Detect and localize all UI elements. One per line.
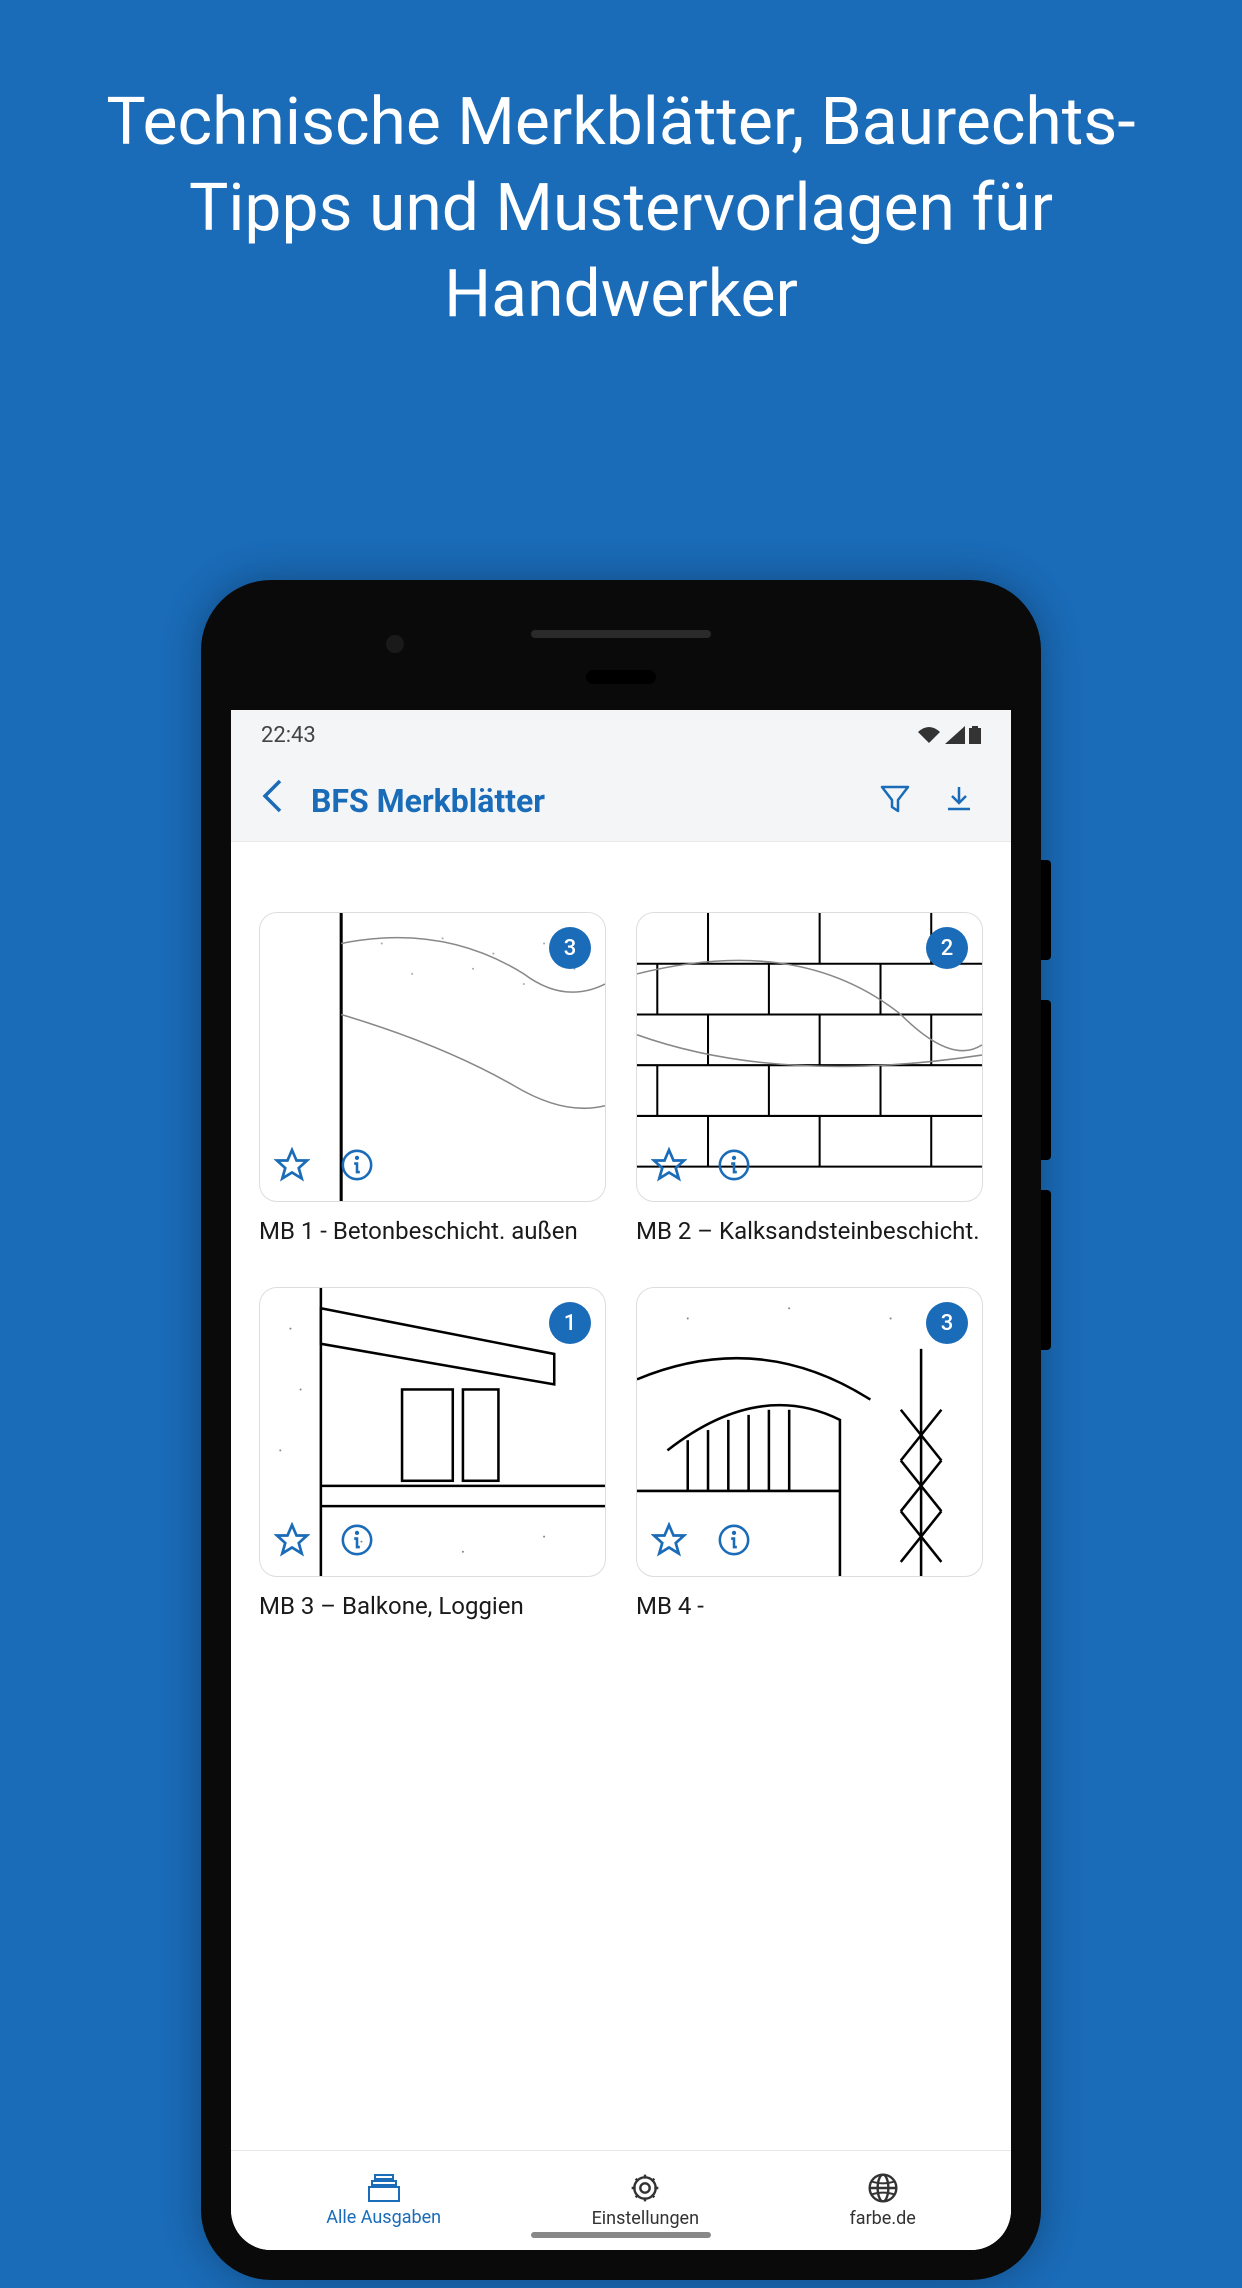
filter-icon	[879, 783, 911, 815]
globe-icon	[867, 2172, 899, 2204]
star-icon	[651, 1522, 687, 1558]
info-icon	[340, 1523, 374, 1557]
tab-all-issues[interactable]: Alle Ausgaben	[326, 2173, 441, 2228]
card-mb4[interactable]: 3 MB 4 -	[636, 1287, 983, 1622]
info-button[interactable]	[340, 1148, 374, 1186]
tab-label: farbe.de	[850, 2208, 916, 2229]
card-grid: 3 MB 1 - Betonbeschicht. außen	[259, 912, 983, 1622]
star-icon	[274, 1522, 310, 1558]
info-button[interactable]	[717, 1523, 751, 1561]
card-thumbnail: 3	[636, 1287, 983, 1577]
badge: 3	[549, 927, 591, 969]
tab-settings[interactable]: Einstellungen	[592, 2172, 699, 2229]
filter-button[interactable]	[863, 783, 927, 819]
download-icon	[943, 783, 975, 815]
nav-bar: BFS Merkblätter	[231, 760, 1011, 842]
promo-headline: Technische Merkblätter, Baurechts-Tipps …	[0, 80, 1242, 337]
card-mb1[interactable]: 3 MB 1 - Betonbeschicht. außen	[259, 912, 606, 1247]
tab-label: Einstellungen	[592, 2208, 699, 2229]
wifi-icon	[917, 726, 941, 744]
badge: 2	[926, 927, 968, 969]
star-icon	[274, 1147, 310, 1183]
gear-icon	[629, 2172, 661, 2204]
status-icons	[917, 726, 981, 744]
side-button	[1041, 860, 1051, 960]
phone-frame: 22:43 BFS Merkblätter	[201, 580, 1041, 2280]
status-bar: 22:43	[231, 710, 1011, 760]
info-button[interactable]	[717, 1148, 751, 1186]
card-title: MB 4 -	[636, 1591, 983, 1622]
camera-dot	[386, 635, 404, 653]
content-area: 3 MB 1 - Betonbeschicht. außen	[231, 842, 1011, 2150]
card-thumbnail: 1	[259, 1287, 606, 1577]
back-button[interactable]	[251, 776, 293, 825]
badge: 3	[926, 1302, 968, 1344]
download-button[interactable]	[927, 783, 991, 819]
info-icon	[340, 1148, 374, 1182]
card-title: MB 1 - Betonbeschicht. außen	[259, 1216, 606, 1247]
status-time: 22:43	[261, 723, 316, 748]
star-icon	[651, 1147, 687, 1183]
chevron-left-icon	[261, 778, 283, 814]
favorite-button[interactable]	[651, 1147, 687, 1187]
home-indicator[interactable]	[531, 2232, 711, 2238]
favorite-button[interactable]	[274, 1522, 310, 1562]
card-thumbnail: 3	[259, 912, 606, 1202]
signal-icon	[945, 726, 965, 744]
card-title: MB 2 – Kalksandsteinbeschicht.	[636, 1216, 983, 1247]
nav-title: BFS Merkblätter	[311, 782, 863, 820]
side-button	[1041, 1190, 1051, 1350]
card-title: MB 3 – Balkone, Loggien	[259, 1591, 606, 1622]
card-thumbnail: 2	[636, 912, 983, 1202]
badge: 1	[549, 1302, 591, 1344]
info-icon	[717, 1523, 751, 1557]
card-mb3[interactable]: 1 MB 3 – Balkone, Loggien	[259, 1287, 606, 1622]
favorite-button[interactable]	[274, 1147, 310, 1187]
info-icon	[717, 1148, 751, 1182]
favorite-button[interactable]	[651, 1522, 687, 1562]
side-button	[1041, 1000, 1051, 1160]
battery-icon	[969, 726, 981, 744]
stack-icon	[367, 2173, 401, 2203]
tab-label: Alle Ausgaben	[326, 2207, 441, 2228]
tab-farbe[interactable]: farbe.de	[850, 2172, 916, 2229]
screen: 22:43 BFS Merkblätter	[231, 710, 1011, 2250]
info-button[interactable]	[340, 1523, 374, 1561]
card-mb2[interactable]: 2 MB 2 – Kalksandsteinbeschicht.	[636, 912, 983, 1247]
